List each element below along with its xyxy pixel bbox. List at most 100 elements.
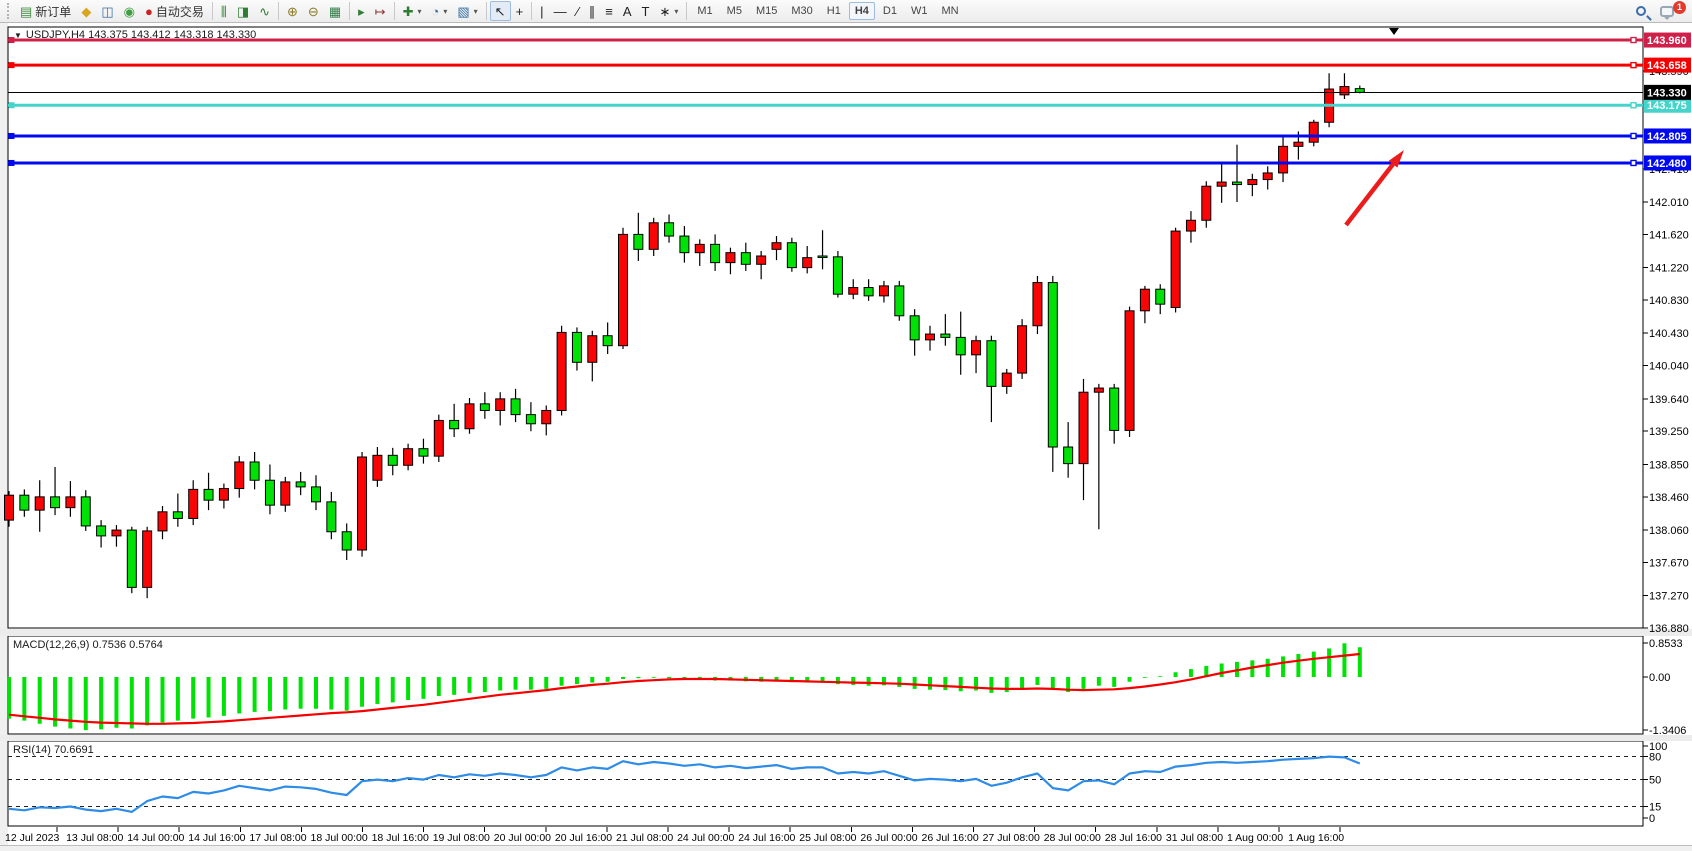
hline-left-handle[interactable] bbox=[9, 133, 14, 138]
horizontal-line-icon[interactable]: — bbox=[549, 1, 572, 21]
candle-body bbox=[51, 497, 60, 508]
periods-icon: ◔ bbox=[431, 5, 439, 18]
timeframe-button-m5[interactable]: M5 bbox=[721, 2, 748, 20]
tile-windows-icon[interactable]: ▦ bbox=[324, 1, 346, 21]
candle-body bbox=[35, 497, 44, 510]
new-order-button-label: 新订单 bbox=[35, 3, 71, 20]
arrows-icon[interactable]: ∗▾ bbox=[654, 1, 683, 21]
hline-right-handle[interactable] bbox=[1631, 133, 1636, 138]
timeframe-button-w1[interactable]: W1 bbox=[905, 2, 934, 20]
candle-body bbox=[741, 253, 750, 265]
mql5-icon[interactable]: ◆ bbox=[76, 1, 96, 21]
candle-body bbox=[987, 341, 996, 387]
crosshair-icon[interactable]: + bbox=[511, 1, 529, 21]
timeframe-button-mn[interactable]: MN bbox=[935, 2, 964, 20]
candle-body bbox=[434, 420, 443, 456]
equidistant-channel-icon[interactable]: ∥ bbox=[584, 1, 601, 21]
hline-right-handle[interactable] bbox=[1631, 160, 1636, 165]
fibonacci-icon[interactable]: ≡ bbox=[600, 1, 618, 21]
candle-body bbox=[5, 495, 14, 520]
rsi-panel-frame bbox=[8, 741, 1643, 826]
panel-splitter[interactable] bbox=[0, 735, 1692, 741]
chart-shift-icon[interactable]: ↦ bbox=[370, 1, 391, 21]
candle-body bbox=[112, 530, 121, 536]
market-watch-icon[interactable]: ◫ bbox=[96, 1, 118, 21]
auto-trading-button[interactable]: ●自动交易 bbox=[140, 1, 209, 21]
hline-left-handle[interactable] bbox=[9, 160, 14, 165]
auto-trading-button: ● bbox=[145, 5, 153, 18]
hline-right-handle[interactable] bbox=[1631, 103, 1636, 108]
red-arrow-annotation[interactable] bbox=[1346, 164, 1393, 225]
chart-shift-marker[interactable] bbox=[1389, 28, 1399, 35]
timeframe-button-m15[interactable]: M15 bbox=[750, 2, 783, 20]
notification-badge[interactable]: 1 bbox=[1673, 1, 1686, 14]
time-axis-label: 1 Aug 00:00 bbox=[1227, 832, 1283, 844]
price-badge-143.960-text: 143.960 bbox=[1647, 35, 1687, 47]
time-axis-label: 1 Aug 16:00 bbox=[1288, 832, 1344, 844]
macd-axis-label: 0.00 bbox=[1649, 672, 1670, 684]
timeframe-button-m30[interactable]: M30 bbox=[785, 2, 818, 20]
cursor-icon[interactable]: ↖ bbox=[490, 1, 511, 21]
line-chart-icon[interactable]: ∿ bbox=[254, 1, 275, 21]
timeframe-button-h1[interactable]: H1 bbox=[821, 2, 847, 20]
panel-splitter[interactable] bbox=[0, 629, 1692, 636]
auto-scroll-icon[interactable]: ▸ bbox=[353, 1, 370, 21]
indicators-icon[interactable]: ✚▾ bbox=[398, 1, 427, 21]
price-axis-label: 137.270 bbox=[1649, 591, 1689, 603]
time-axis-label: 24 Jul 00:00 bbox=[677, 832, 734, 844]
price-axis-label: 142.010 bbox=[1649, 197, 1689, 209]
zoom-out-icon[interactable]: ⊖ bbox=[303, 1, 324, 21]
signals-icon[interactable]: ◉ bbox=[119, 1, 140, 21]
tile-windows-icon: ▦ bbox=[329, 5, 341, 18]
bar-chart-icon[interactable]: ⫼ bbox=[216, 1, 232, 21]
hline-right-handle[interactable] bbox=[1631, 38, 1636, 43]
main-toolbar: ▤新订单◆◫◉●自动交易⫼◨∿⊕⊖▦▸↦✚▾◔▾▧▾↖+|—∕∥≡AT∗▾ M1… bbox=[0, 0, 1692, 23]
templates-icon[interactable]: ▧▾ bbox=[452, 1, 482, 21]
candle-body bbox=[1094, 388, 1103, 392]
candle-body bbox=[81, 497, 90, 526]
rsi-axis-label: 0 bbox=[1649, 813, 1655, 825]
periods-icon[interactable]: ◔▾ bbox=[426, 1, 452, 21]
vertical-line-icon[interactable]: | bbox=[535, 1, 548, 21]
time-axis-label: 31 Jul 08:00 bbox=[1166, 832, 1223, 844]
trendline-icon[interactable]: ∕ bbox=[572, 1, 584, 21]
zoom-in-icon[interactable]: ⊕ bbox=[282, 1, 303, 21]
hline-left-handle[interactable] bbox=[9, 103, 14, 108]
candle-body bbox=[972, 341, 981, 355]
timeframe-button-d1[interactable]: D1 bbox=[877, 2, 903, 20]
price-axis-label: 138.850 bbox=[1649, 459, 1689, 471]
candle-body bbox=[526, 415, 535, 424]
chart-canvas[interactable]: 143.590142.410142.010141.620141.220140.8… bbox=[0, 0, 1692, 851]
candle-body bbox=[1186, 220, 1195, 231]
candle-body bbox=[1355, 89, 1364, 93]
toolbar-separator bbox=[394, 2, 395, 20]
timeframe-button-m1[interactable]: M1 bbox=[691, 2, 718, 20]
hline-left-handle[interactable] bbox=[9, 38, 14, 43]
new-order-button: ▤ bbox=[20, 5, 32, 18]
chevron-down-icon: ▾ bbox=[474, 7, 478, 16]
candle-body bbox=[941, 334, 950, 337]
candle-body bbox=[619, 234, 628, 345]
candle-body bbox=[757, 256, 766, 264]
candle-body bbox=[450, 420, 459, 428]
auto-scroll-icon: ▸ bbox=[358, 5, 365, 18]
timeframe-toolbar: M1M5M15M30H1H4D1W1MN bbox=[690, 2, 965, 20]
hline-right-handle[interactable] bbox=[1631, 63, 1636, 68]
chat-icon[interactable] bbox=[1660, 6, 1674, 17]
candle-body bbox=[726, 253, 735, 263]
candle-body bbox=[879, 286, 888, 296]
search-icon[interactable] bbox=[1636, 6, 1646, 16]
candle-body bbox=[219, 489, 228, 501]
candle-body bbox=[572, 332, 581, 362]
candle-body bbox=[1140, 289, 1149, 311]
text-label-icon[interactable]: T bbox=[637, 1, 655, 21]
new-order-button[interactable]: ▤新订单 bbox=[15, 1, 76, 21]
chevron-down-icon: ▾ bbox=[674, 7, 678, 16]
candle-body bbox=[250, 462, 259, 480]
timeframe-button-h4[interactable]: H4 bbox=[849, 2, 875, 20]
candlestick-chart-icon[interactable]: ◨ bbox=[232, 1, 254, 21]
text-icon[interactable]: A bbox=[618, 1, 637, 21]
macd-axis-label: 0.8533 bbox=[1649, 638, 1683, 650]
toolbar-separator bbox=[531, 2, 532, 20]
hline-left-handle[interactable] bbox=[9, 63, 14, 68]
